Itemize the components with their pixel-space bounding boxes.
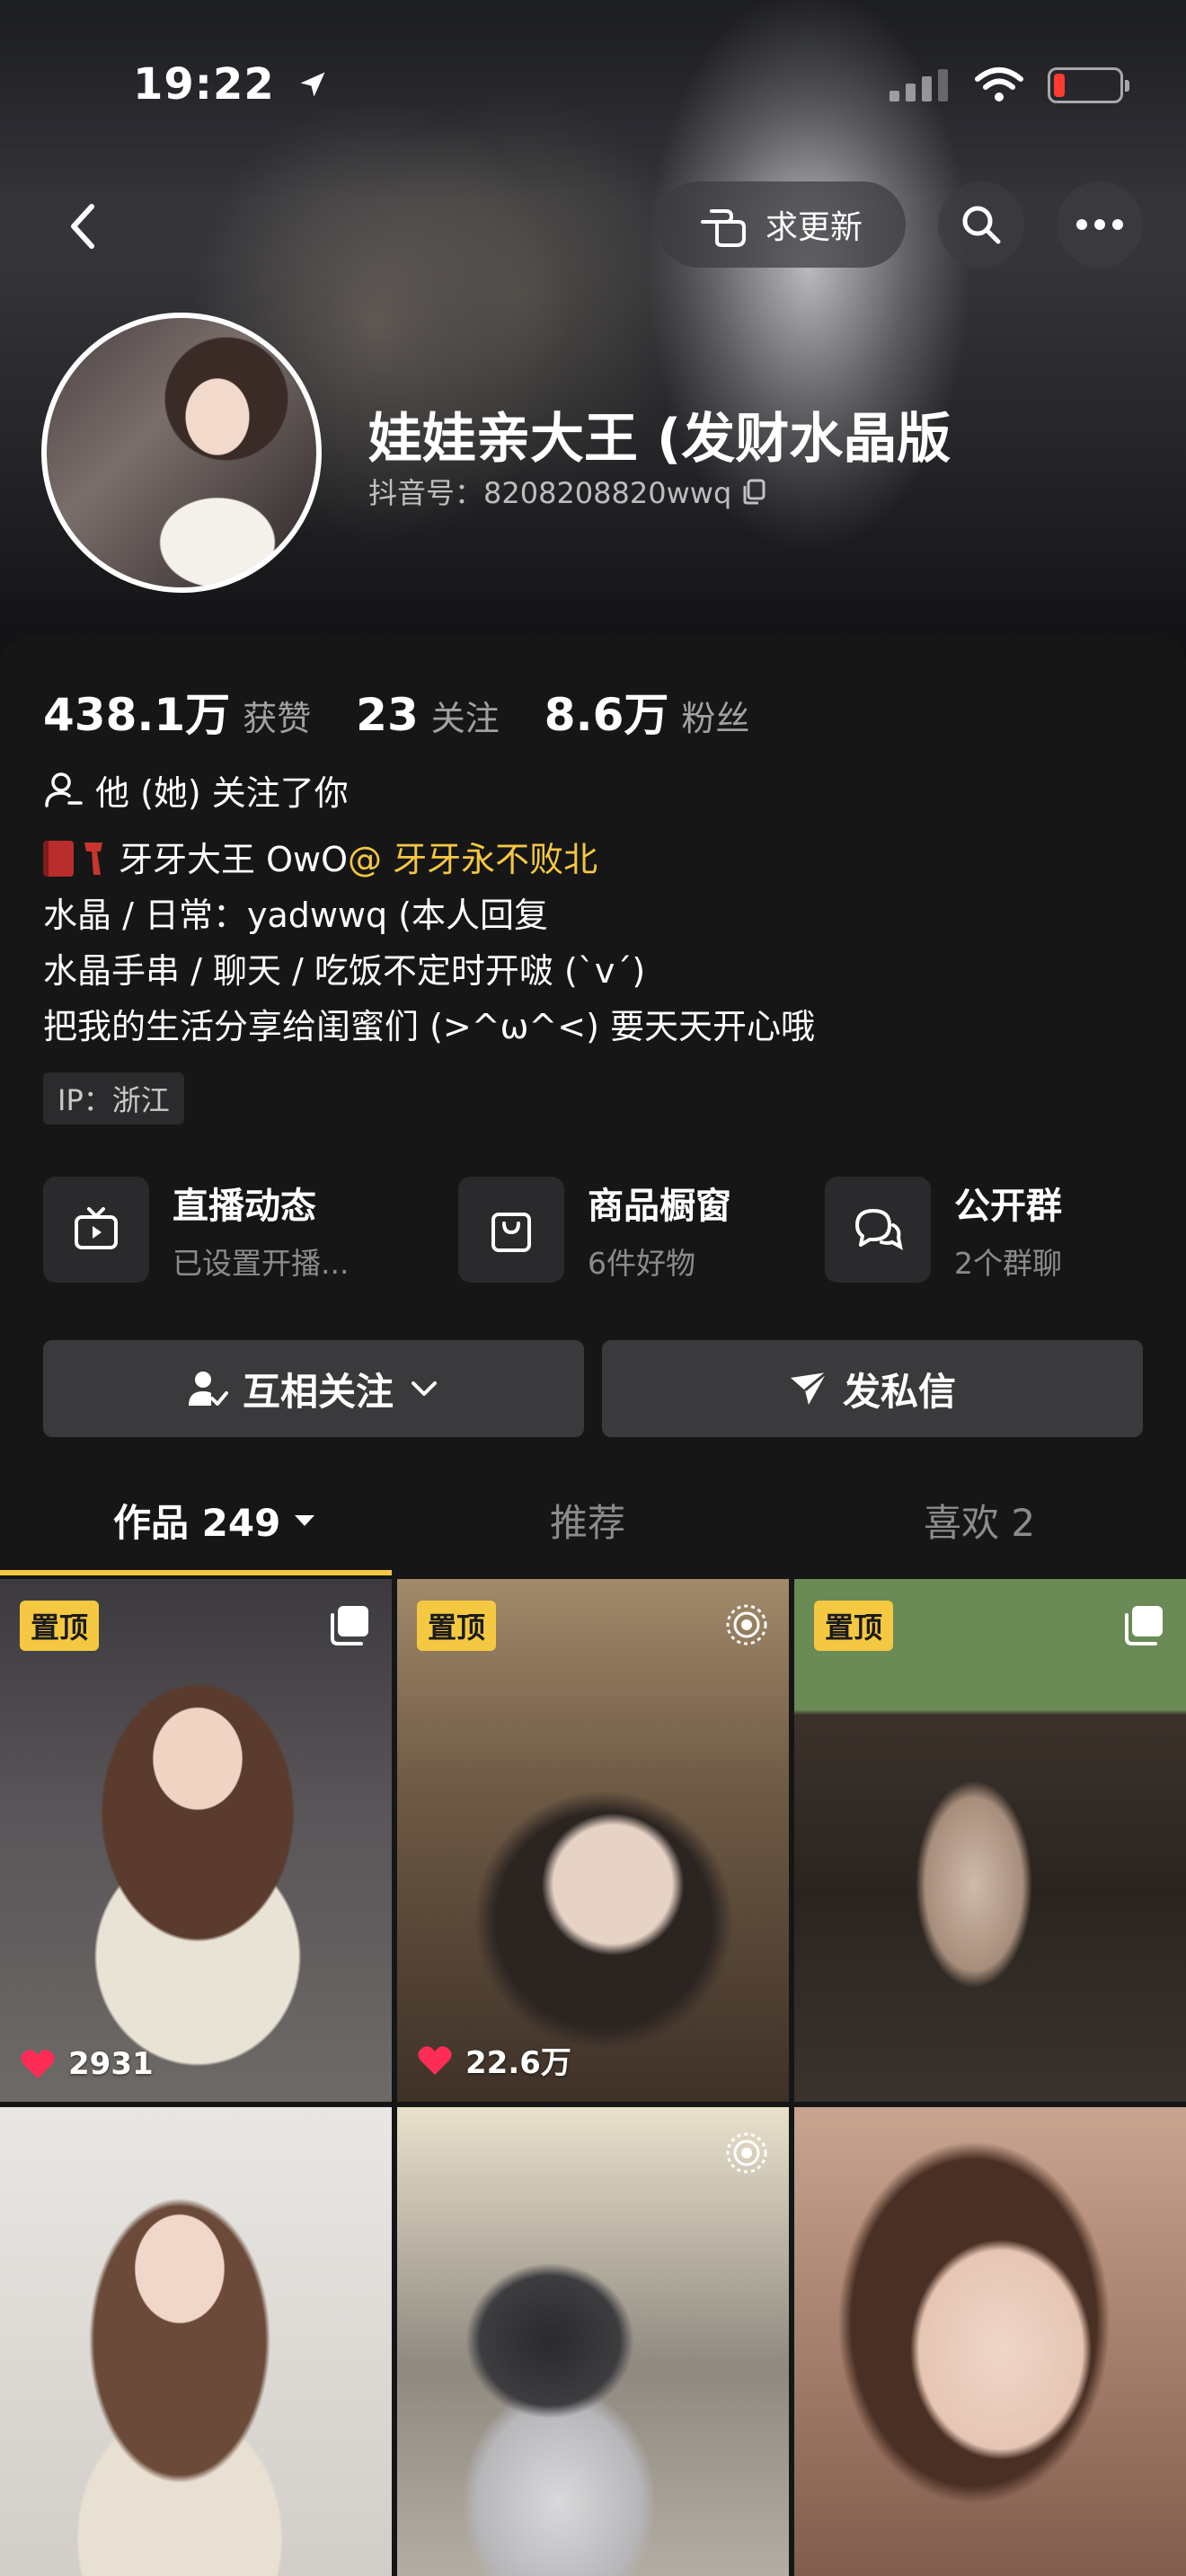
stat-likes-value: 438.1万 <box>43 689 231 741</box>
feature-group-title: 公开群 <box>954 1186 1062 1227</box>
battery-icon <box>1048 67 1129 103</box>
cellular-signal-icon <box>890 69 948 101</box>
follows-you-indicator: 他 (她) 关注了你 <box>43 765 349 815</box>
search-icon <box>962 206 1001 244</box>
scarf-icon <box>84 842 102 875</box>
bio-line-1: 牙牙大王 OwO@ 牙牙永不败北 <box>43 832 815 887</box>
profile-name: 娃娃亲大王 (发财水晶版 <box>368 408 951 471</box>
like-count-text: 22.6万 <box>465 2045 571 2081</box>
heart-icon <box>21 2050 55 2078</box>
status-time: 19:22 <box>133 59 329 110</box>
live-photo-icon <box>726 2132 767 2174</box>
status-indicators <box>888 66 1129 104</box>
grid-item[interactable] <box>0 2107 392 2576</box>
tab-works[interactable]: 作品 249 <box>113 1493 316 1548</box>
like-count-text: 2931 <box>68 2046 154 2082</box>
search-button[interactable] <box>938 181 1024 268</box>
back-arrow-icon[interactable] <box>61 199 106 253</box>
pinned-badge: 置顶 <box>814 1601 894 1651</box>
gallery-icon <box>1125 1606 1163 1645</box>
wifi-icon <box>975 67 1023 101</box>
chat-icon <box>855 1209 903 1250</box>
stats-row: 438.1万 获赞 23 关注 8.6万 粉丝 <box>43 679 794 744</box>
like-count: 22.6万 <box>417 2038 571 2082</box>
user-check-icon <box>45 772 83 807</box>
feature-live-updates[interactable]: 直播动态 已设置开播... <box>43 1177 349 1283</box>
red-book-icon <box>43 841 74 877</box>
time-text: 19:22 <box>133 59 275 110</box>
more-options-button[interactable] <box>1057 181 1143 268</box>
send-message-button[interactable]: 发私信 <box>602 1340 1143 1437</box>
stat-followers[interactable]: 8.6万 粉丝 <box>544 679 750 744</box>
like-count: 2931 <box>20 2046 154 2082</box>
grid-item[interactable]: 置顶 22.6万 <box>397 1579 789 2102</box>
location-arrow-icon <box>300 72 325 97</box>
tab-likes[interactable]: 喜欢 2 <box>924 1493 1035 1548</box>
tab-recommend[interactable]: 推荐 <box>550 1493 625 1548</box>
grid-item[interactable] <box>794 2107 1186 2576</box>
pinned-badge: 置顶 <box>417 1601 497 1651</box>
chevron-down-icon <box>412 1381 437 1396</box>
live-photo-icon <box>726 1604 767 1645</box>
pinned-badge: 置顶 <box>20 1601 100 1651</box>
tv-icon <box>75 1207 118 1249</box>
bio-line-3: 水晶手串 / 聊天 / 吃饭不定时开啵 (`v´) <box>43 951 646 991</box>
tab-recommend-label: 推荐 <box>550 1501 626 1545</box>
gallery-icon <box>331 1606 368 1645</box>
bio-line-1-text: 牙牙大王 OwO <box>119 840 348 879</box>
feature-live-subtitle: 已设置开播... <box>173 1246 350 1281</box>
feature-shop-icon-box <box>458 1177 564 1283</box>
request-update-button[interactable]: 求更新 <box>656 181 906 268</box>
bio-line-4: 把我的生活分享给闺蜜们 (>^ω^<) 要天天开心哦 <box>43 1007 815 1046</box>
stat-followers-value: 8.6万 <box>544 689 669 741</box>
stat-followers-label: 粉丝 <box>681 699 750 738</box>
tab-works-label: 作品 249 <box>113 1501 281 1545</box>
ip-location-tag: IP：浙江 <box>43 1072 184 1125</box>
avatar[interactable] <box>41 313 322 593</box>
feature-shop-window[interactable]: 商品橱窗 6件好物 <box>458 1177 731 1283</box>
more-icon <box>1076 219 1123 230</box>
stat-following-label: 关注 <box>430 699 500 738</box>
feature-group-icon-box <box>825 1177 931 1283</box>
feature-public-group[interactable]: 公开群 2个群聊 <box>825 1177 1062 1283</box>
user-check-icon <box>188 1372 228 1406</box>
bag-icon <box>491 1213 531 1252</box>
pointing-hand-icon <box>700 209 746 247</box>
bio-line-2: 水晶 / 日常：yadwwq (本人回复 <box>43 895 549 935</box>
caret-down-icon <box>295 1514 315 1526</box>
active-tab-indicator <box>0 1570 392 1575</box>
stat-likes-label: 获赞 <box>243 699 312 738</box>
heart-icon <box>418 2045 452 2075</box>
content-tabs: 作品 249 推荐 喜欢 2 <box>0 1468 1186 1575</box>
feature-shop-title: 商品橱窗 <box>588 1186 731 1227</box>
douyin-id[interactable]: 抖音号：8208208820wwq <box>368 471 767 512</box>
profile-page: 19:22 求更新 娃娃亲大王 (发财水晶版 抖音号：8208208820wwq… <box>0 0 1186 2576</box>
follows-you-text: 他 (她) 关注了你 <box>95 773 349 813</box>
tab-likes-label: 喜欢 2 <box>924 1501 1036 1545</box>
stat-following[interactable]: 23 关注 <box>356 689 500 741</box>
feature-group-subtitle: 2个群聊 <box>954 1246 1062 1281</box>
feature-live-title: 直播动态 <box>173 1186 316 1227</box>
stat-following-value: 23 <box>356 689 419 741</box>
grid-item[interactable] <box>397 2107 789 2576</box>
mutual-follow-button[interactable]: 互相关注 <box>43 1340 584 1437</box>
stat-likes[interactable]: 438.1万 获赞 <box>43 679 311 744</box>
grid-item[interactable]: 置顶 2931 <box>0 1579 392 2102</box>
paper-plane-icon <box>790 1371 828 1405</box>
copy-icon[interactable] <box>740 478 767 505</box>
douyin-id-text: 抖音号：8208208820wwq <box>368 476 732 510</box>
request-update-label: 求更新 <box>765 209 863 246</box>
send-message-label: 发私信 <box>842 1369 956 1414</box>
feature-live-icon-box <box>43 1177 149 1283</box>
bio: 牙牙大王 OwO@ 牙牙永不败北 水晶 / 日常：yadwwq (本人回复 水晶… <box>43 832 815 1054</box>
bio-mention-link[interactable]: @ 牙牙永不败北 <box>348 840 597 879</box>
grid-item[interactable]: 置顶 <box>794 1579 1186 2102</box>
mutual-follow-label: 互相关注 <box>242 1369 394 1414</box>
feature-shop-subtitle: 6件好物 <box>588 1246 695 1281</box>
